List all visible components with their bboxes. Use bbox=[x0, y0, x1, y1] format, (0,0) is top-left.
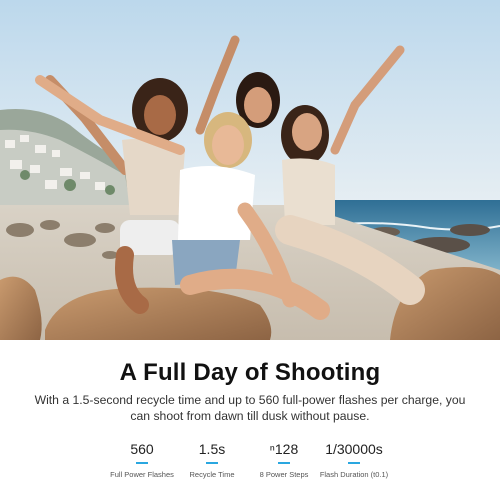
hero-photo bbox=[0, 0, 500, 340]
info-panel: A Full Day of Shooting With a 1.5-second… bbox=[0, 340, 500, 500]
description: With a 1.5-second recycle time and up to… bbox=[34, 393, 466, 423]
stat-value: 1/30000s bbox=[325, 441, 383, 457]
stat-flash-duration: 1/30000s Flash Duration (t0.1) bbox=[299, 440, 409, 479]
stats-row: 560 Full Power Flashes 1.5s Recycle Time… bbox=[0, 440, 500, 490]
accent-bar bbox=[348, 462, 360, 464]
accent-bar bbox=[278, 462, 290, 464]
beach-friends-photo bbox=[0, 0, 500, 340]
stat-label: Flash Duration (t0.1) bbox=[319, 470, 389, 479]
accent-bar bbox=[136, 462, 148, 464]
headline: A Full Day of Shooting bbox=[119, 359, 381, 386]
accent-bar bbox=[206, 462, 218, 464]
